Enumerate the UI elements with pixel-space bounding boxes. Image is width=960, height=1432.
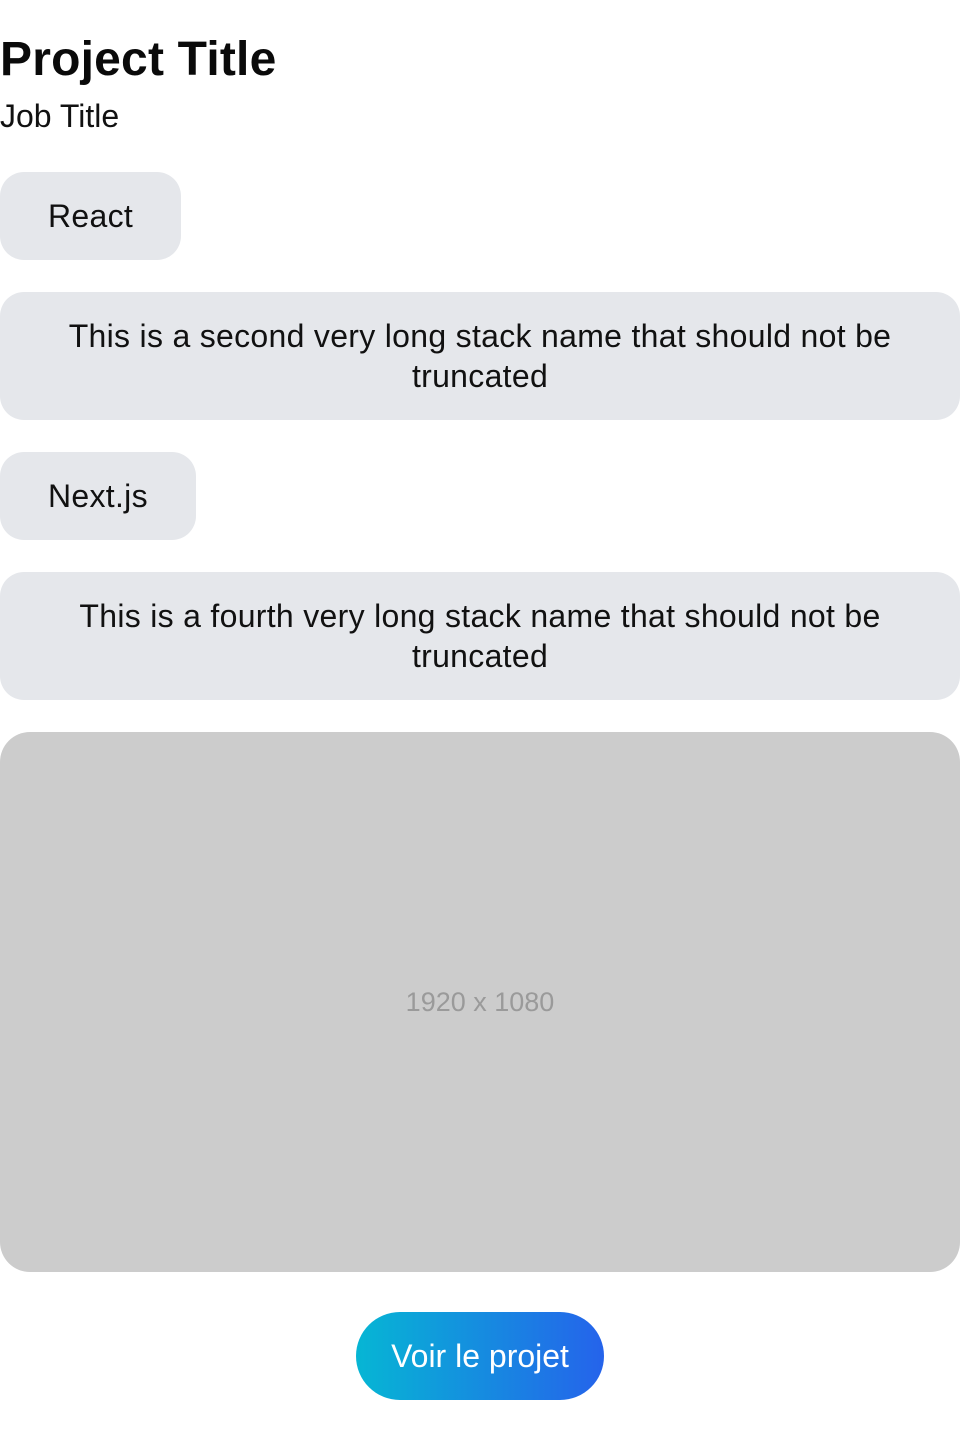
project-title: Project Title xyxy=(0,33,277,86)
project-card: Project Title Job Title React This is a … xyxy=(0,0,960,1432)
stack-chip-fourth: This is a fourth very long stack name th… xyxy=(0,572,960,700)
view-project-button[interactable]: Voir le projet xyxy=(356,1312,604,1400)
stack-chip-react: React xyxy=(0,172,182,260)
job-title: Job Title xyxy=(0,98,120,134)
stack-chip-second: This is a second very long stack name th… xyxy=(0,292,960,420)
stack-list: React This is a second very long stack n… xyxy=(0,172,960,700)
project-image-placeholder: 1920 x 1080 xyxy=(0,732,960,1272)
image-dimensions-label: 1920 x 1080 xyxy=(405,986,555,1017)
stack-chip-nextjs: Next.js xyxy=(0,452,196,540)
